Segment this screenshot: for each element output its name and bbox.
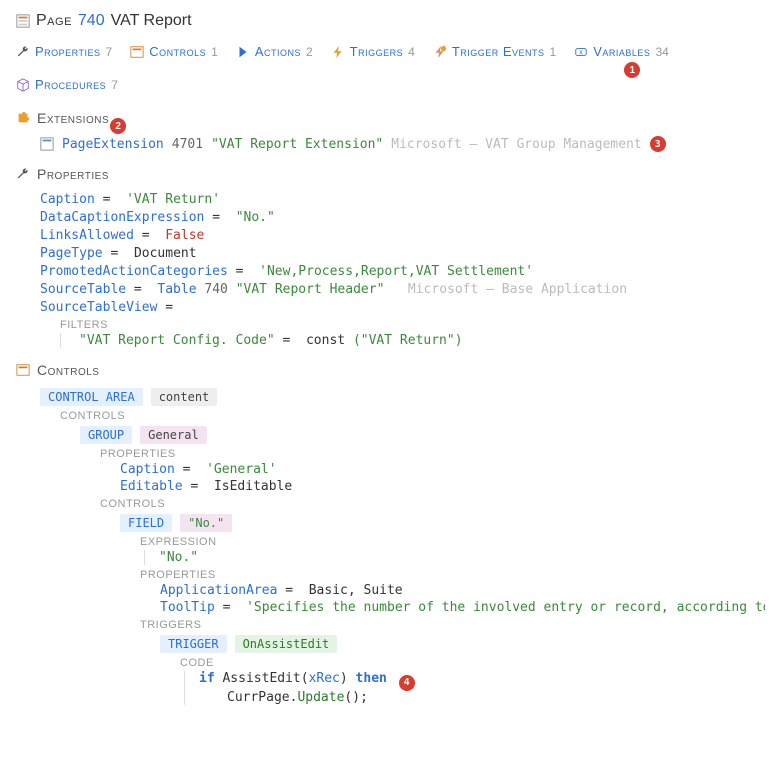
- badge-2: 2: [110, 118, 126, 134]
- controls-label: Controls: [37, 362, 99, 378]
- trigger-chip: TRIGGER: [160, 635, 227, 653]
- expression-label: EXPRESSION: [140, 536, 765, 548]
- ext-name: "VAT Report Extension": [211, 137, 383, 152]
- badge-4: 4: [399, 675, 415, 691]
- tab-properties[interactable]: Properties 7: [16, 44, 112, 59]
- lightning-event-icon: [433, 45, 447, 59]
- page-name: VAT Report: [111, 12, 192, 30]
- tab-actions[interactable]: Actions 2: [236, 44, 313, 59]
- field-props-label: PROPERTIES: [140, 569, 765, 581]
- triggers-label: TRIGGERS: [140, 619, 765, 631]
- prop-sourcetable[interactable]: SourceTable = Table 740 "VAT Report Head…: [40, 282, 765, 297]
- puzzle-icon: [16, 111, 30, 125]
- control-area-chip: CONTROL AREA: [40, 388, 143, 406]
- prop-promoted[interactable]: PromotedActionCategories = 'New,Process,…: [40, 264, 765, 279]
- code-line-2: CurrPage.Update();: [199, 690, 765, 705]
- expression-value: "No.": [159, 550, 765, 565]
- tab-procedures[interactable]: Procedures 7: [16, 77, 118, 92]
- ext-id: 4701: [172, 137, 203, 152]
- control-area[interactable]: CONTROL AREA content: [40, 388, 765, 406]
- cube-icon: [16, 78, 30, 92]
- page-ext-icon: [40, 137, 54, 151]
- code-line-1: if AssistEdit(xRec) then 4: [199, 671, 765, 688]
- prop-pagetype[interactable]: PageType = Document: [40, 246, 765, 261]
- field-chip: FIELD: [120, 514, 172, 532]
- filter-line: "VAT Report Config. Code" = const ("VAT …: [60, 333, 765, 348]
- group[interactable]: GROUP General: [80, 426, 765, 444]
- controls-icon: [130, 45, 144, 59]
- group-props-label: PROPERTIES: [100, 448, 765, 460]
- section-properties: Properties Caption = 'VAT Return' DataCa…: [16, 166, 765, 348]
- control-area-name: content: [151, 388, 218, 406]
- ext-source: Microsoft — VAT Group Management: [391, 137, 641, 152]
- prop-datacaption[interactable]: DataCaptionExpression = "No.": [40, 210, 765, 225]
- prop-linksallowed[interactable]: LinksAllowed = False: [40, 228, 765, 243]
- controls-icon: [16, 363, 30, 377]
- actions-icon: [236, 45, 250, 59]
- wrench-icon: [16, 45, 30, 59]
- tab-controls[interactable]: Controls 1: [130, 44, 218, 59]
- page-number[interactable]: 740: [78, 12, 105, 30]
- extensions-label: Extensions: [37, 110, 109, 126]
- field-prop-apparea[interactable]: ApplicationArea = Basic, Suite: [160, 583, 765, 598]
- trigger[interactable]: TRIGGER OnAssistEdit: [160, 635, 765, 653]
- badge-3: 3: [650, 136, 666, 152]
- variables-icon: x: [574, 45, 588, 59]
- tab-trigger-events[interactable]: Trigger Events 1: [433, 44, 556, 59]
- group-name: General: [140, 426, 207, 444]
- controls-sublabel: CONTROLS: [60, 410, 765, 422]
- svg-text:x: x: [579, 49, 583, 56]
- group-prop-caption[interactable]: Caption = 'General': [120, 462, 765, 477]
- wrench-icon: [16, 167, 30, 181]
- code-label: CODE: [180, 657, 765, 669]
- section-extensions: Extensions 2 PageExtension 4701 "VAT Rep…: [16, 110, 765, 152]
- tab-variables[interactable]: x Variables 34 1: [574, 44, 669, 59]
- page-object-icon: [16, 14, 30, 28]
- field-prop-tooltip[interactable]: ToolTip = 'Specifies the number of the i…: [160, 600, 765, 615]
- lightning-icon: [331, 45, 345, 59]
- section-controls: Controls CONTROL AREA content CONTROLS G…: [16, 362, 765, 705]
- page-header: Page 740 VAT Report: [16, 12, 765, 30]
- prop-sourcetableview[interactable]: SourceTableView =: [40, 300, 765, 315]
- properties-label: Properties: [37, 166, 109, 182]
- group-chip: GROUP: [80, 426, 132, 444]
- tab-triggers[interactable]: Triggers 4: [331, 44, 415, 59]
- field[interactable]: FIELD "No.": [120, 514, 765, 532]
- badge-1: 1: [624, 62, 640, 78]
- page-word: Page: [36, 12, 72, 30]
- ext-type: PageExtension: [62, 137, 164, 152]
- extension-entry[interactable]: PageExtension 4701 "VAT Report Extension…: [16, 136, 765, 152]
- group-controls-label: CONTROLS: [100, 498, 765, 510]
- group-prop-editable[interactable]: Editable = IsEditable: [120, 479, 765, 494]
- tab-bar: Properties 7 Controls 1 Actions 2 Trigge…: [16, 44, 765, 92]
- field-name: "No.": [180, 514, 232, 532]
- prop-caption[interactable]: Caption = 'VAT Return': [40, 192, 765, 207]
- trigger-name: OnAssistEdit: [235, 635, 338, 653]
- filters-label: FILTERS: [60, 319, 765, 331]
